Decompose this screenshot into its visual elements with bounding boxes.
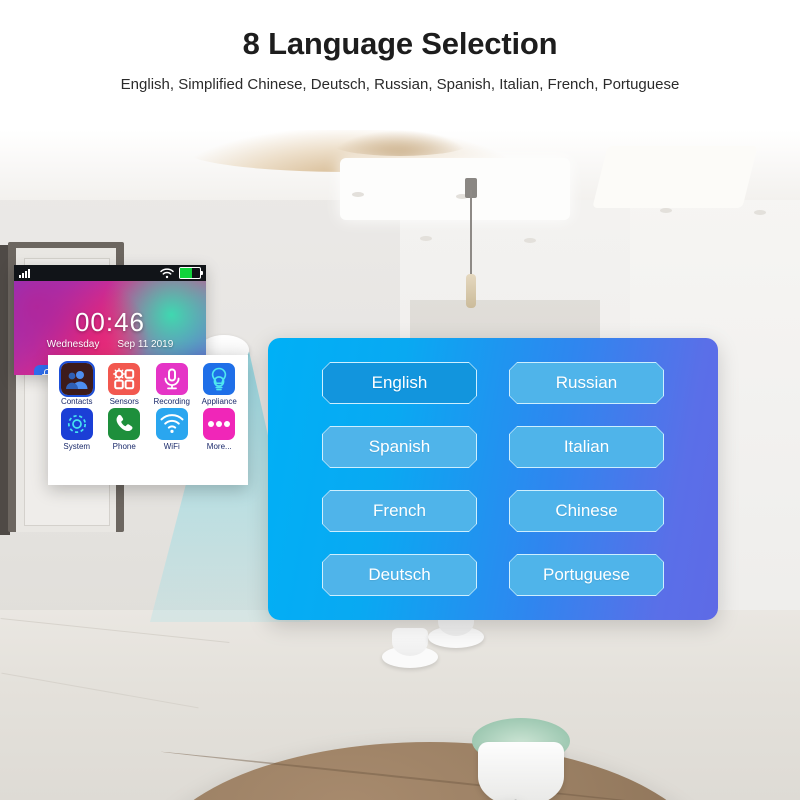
contacts-icon[interactable]: [58, 361, 95, 397]
page-root: 8 Language Selection English, Simplified…: [0, 0, 800, 800]
status-bar-right: [160, 267, 203, 279]
app-sensors[interactable]: Sensors: [102, 363, 148, 406]
language-button-russian[interactable]: Russian: [509, 362, 664, 404]
downlight-icon: [352, 192, 364, 197]
page-subtitle: English, Simplified Chinese, Deutsch, Ru…: [120, 76, 680, 93]
pendant-cord: [470, 190, 472, 276]
language-label: Italian: [563, 437, 610, 456]
app-phone[interactable]: Phone: [102, 408, 148, 451]
header: 8 Language Selection English, Simplified…: [0, 0, 800, 130]
coffee-cup: [392, 628, 428, 656]
language-label: Spanish: [368, 437, 431, 456]
language-button-italian[interactable]: Italian: [509, 426, 664, 468]
device-weekday: Wednesday: [46, 339, 100, 350]
ceiling-gold-trim-2: [330, 130, 470, 156]
language-label: Portuguese: [543, 565, 630, 584]
recording-icon[interactable]: [155, 363, 188, 395]
language-label: Russian: [555, 373, 618, 392]
sensors-icon[interactable]: [108, 363, 141, 395]
more-dots-icon[interactable]: [203, 408, 236, 440]
app-label: Appliance: [201, 397, 237, 406]
language-button-portuguese[interactable]: Portuguese: [509, 554, 664, 596]
app-label: More...: [206, 442, 232, 451]
device-clock: 00:46: [74, 307, 146, 337]
language-label: Deutsch: [368, 565, 431, 584]
device-status-bar: [14, 265, 206, 281]
app-grid: Contacts Sensors Recording Appliance Sys…: [54, 361, 243, 451]
app-label: Recording: [153, 397, 190, 406]
downlight-icon: [754, 210, 766, 215]
plant-pot: [478, 742, 564, 800]
app-contacts[interactable]: Contacts: [54, 361, 100, 406]
app-label: Contacts: [60, 397, 93, 406]
wifi-icon: [160, 267, 174, 278]
app-recording[interactable]: Recording: [149, 363, 195, 406]
app-label: WiFi: [163, 442, 180, 451]
language-selection-panel: English Russian Spanish Italian French C…: [268, 338, 718, 620]
app-label: System: [63, 442, 91, 451]
device-date-bar: Wednesday Sep 11 2019: [14, 339, 206, 350]
language-button-chinese[interactable]: Chinese: [509, 490, 664, 532]
app-label: Phone: [112, 442, 136, 451]
app-more[interactable]: More...: [197, 408, 243, 451]
downlight-icon: [524, 238, 536, 243]
phone-icon[interactable]: [108, 408, 141, 440]
downlight-icon: [660, 208, 672, 213]
device-date: Sep 11 2019: [117, 339, 174, 350]
language-button-french[interactable]: French: [322, 490, 477, 532]
language-button-deutsch[interactable]: Deutsch: [322, 554, 477, 596]
ceiling-light-panel: [340, 158, 570, 220]
app-label: Sensors: [109, 397, 139, 406]
language-button-spanish[interactable]: Spanish: [322, 426, 477, 468]
app-launcher-card: Contacts Sensors Recording Appliance Sys…: [48, 355, 248, 485]
page-title: 8 Language Selection: [242, 26, 558, 61]
system-gear-icon[interactable]: [60, 408, 93, 440]
language-label: Chinese: [555, 501, 618, 520]
app-wifi[interactable]: WiFi: [149, 408, 195, 451]
language-label: French: [373, 501, 426, 520]
signal-bars-icon: [19, 268, 30, 278]
downlight-icon: [420, 236, 432, 241]
language-button-english[interactable]: English: [322, 362, 477, 404]
pendant-lamp-icon: [466, 274, 476, 308]
language-label: English: [371, 373, 428, 392]
app-system[interactable]: System: [54, 408, 100, 451]
appliance-icon[interactable]: [203, 363, 236, 395]
language-button-grid: English Russian Spanish Italian French C…: [322, 362, 664, 596]
wifi-app-icon[interactable]: [155, 408, 188, 440]
battery-icon: [179, 267, 203, 279]
ceiling-light-panel-2: [592, 146, 758, 208]
app-appliance[interactable]: Appliance: [197, 363, 243, 406]
